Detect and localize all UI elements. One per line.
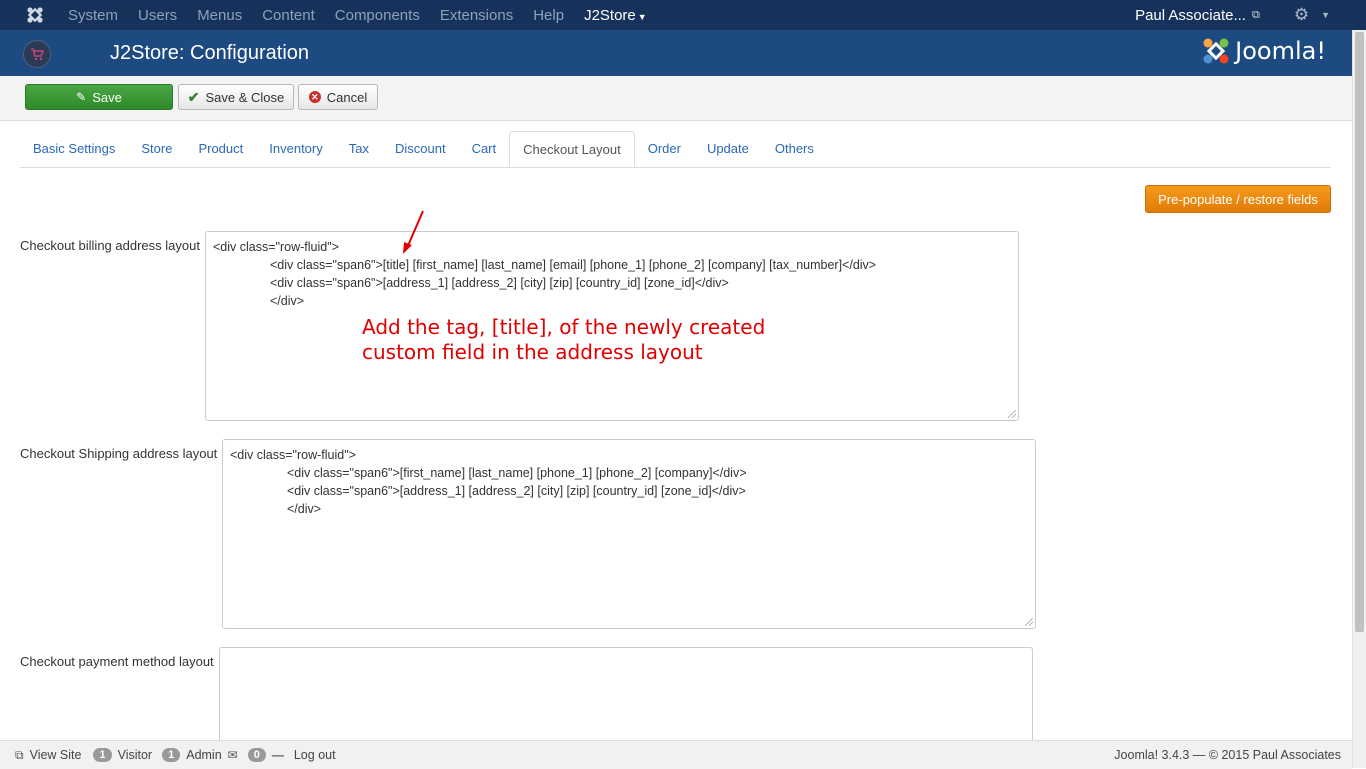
payment-layout-textarea[interactable] xyxy=(219,647,1033,747)
tab-basic-settings[interactable]: Basic Settings xyxy=(20,131,128,166)
shipping-layout-label: Checkout Shipping address layout xyxy=(20,446,218,461)
envelope-icon[interactable]: ✉ xyxy=(228,748,238,762)
prepopulate-button[interactable]: Pre-populate / restore fields xyxy=(1145,185,1331,213)
cancel-icon: ✕ xyxy=(308,91,321,103)
joomla-logo: Joomla! xyxy=(1201,36,1326,66)
code-line: <div class="span6">[address_1] [address_… xyxy=(270,276,729,290)
cart-icon xyxy=(23,40,51,68)
page-scrollbar[interactable] xyxy=(1352,30,1366,768)
joomla-wordmark: Joomla! xyxy=(1235,37,1326,65)
save-close-button[interactable]: ✔ Save & Close xyxy=(178,84,294,110)
tab-cart[interactable]: Cart xyxy=(459,131,510,166)
save-button[interactable]: ✎ Save xyxy=(25,84,173,110)
external-link-icon: ⧉ xyxy=(15,747,24,762)
tab-inventory[interactable]: Inventory xyxy=(256,131,335,166)
config-tabs: Basic Settings Store Product Inventory T… xyxy=(20,131,1331,168)
menu-menus[interactable]: Menus xyxy=(187,7,252,24)
menu-system[interactable]: System xyxy=(58,7,128,24)
scrollbar-thumb[interactable] xyxy=(1355,32,1364,632)
version-text: Joomla! 3.4.3 — © 2015 Paul Associates xyxy=(1114,748,1341,762)
caret-down-icon[interactable]: ▼ xyxy=(1321,10,1330,20)
page-title: J2Store: Configuration xyxy=(110,42,310,64)
joomla-icon[interactable] xyxy=(20,6,50,24)
menu-j2store-label: J2Store xyxy=(584,6,636,24)
annotation-arrow xyxy=(403,210,424,254)
cancel-button[interactable]: ✕ Cancel xyxy=(298,84,378,110)
top-navbar: System Users Menus Content Components Ex… xyxy=(0,0,1366,30)
tab-checkout-layout[interactable]: Checkout Layout xyxy=(509,131,635,167)
code-line: <div class="span6">[first_name] [last_na… xyxy=(287,466,747,480)
code-line: <div class="span6">[address_1] [address_… xyxy=(287,484,746,498)
menu-extensions[interactable]: Extensions xyxy=(430,7,523,24)
menu-j2store[interactable]: J2Store ▼ xyxy=(574,7,657,24)
tab-others[interactable]: Others xyxy=(762,131,827,166)
annotation-line-1: Add the tag, [title], of the newly creat… xyxy=(362,315,766,339)
external-link-icon: ⧉ xyxy=(1251,8,1260,21)
annotation-text: Add the tag, [title], of the newly creat… xyxy=(362,315,765,365)
view-site-link[interactable]: View Site xyxy=(30,748,82,762)
menu-users[interactable]: Users xyxy=(128,7,187,24)
gear-icon[interactable]: ⚙ xyxy=(1294,5,1309,25)
save-close-label: Save & Close xyxy=(205,89,285,105)
tab-product[interactable]: Product xyxy=(185,131,256,166)
toolbar: ✎ Save ✔ Save & Close ✕ Cancel xyxy=(0,76,1352,121)
page-header: J2Store: Configuration Joomla! xyxy=(0,30,1352,76)
tab-discount[interactable]: Discount xyxy=(382,131,459,166)
code-line: </div> xyxy=(287,502,322,516)
payment-layout-label: Checkout payment method layout xyxy=(20,654,214,669)
tab-update[interactable]: Update xyxy=(694,131,762,166)
tab-tax[interactable]: Tax xyxy=(336,131,382,166)
logout-link[interactable]: Log out xyxy=(294,748,336,762)
annotation-line-2: custom field in the address layout xyxy=(362,340,703,364)
tab-order[interactable]: Order xyxy=(635,131,694,166)
visitor-count-badge: 1 xyxy=(93,748,112,762)
menu-help[interactable]: Help xyxy=(523,7,574,24)
code-line: </div> xyxy=(270,294,305,308)
code-line: <div class="span6">[title] [first_name] … xyxy=(270,258,877,272)
visitor-label: Visitor xyxy=(117,748,153,762)
save-label: Save xyxy=(92,89,122,105)
joomla-logo-icon xyxy=(1203,38,1229,64)
edit-icon: ✎ xyxy=(76,90,87,104)
code-line: <div class="row-fluid"> xyxy=(213,240,339,254)
cancel-label: Cancel xyxy=(326,89,368,105)
status-bar: ⧉ View Site 1 Visitor 1 Admin ✉ 0 — Log … xyxy=(0,740,1352,769)
shipping-layout-textarea[interactable]: <div class="row-fluid"> <div class="span… xyxy=(222,439,1036,629)
billing-layout-label: Checkout billing address layout xyxy=(20,238,200,253)
admin-count-badge: 1 xyxy=(162,748,181,762)
user-menu[interactable]: Paul Associate... xyxy=(1135,7,1246,24)
check-icon: ✔ xyxy=(187,88,200,105)
code-line: <div class="row-fluid"> xyxy=(230,448,356,462)
admin-label: Admin xyxy=(186,748,222,762)
minus-icon: — xyxy=(271,748,284,762)
resize-handle[interactable] xyxy=(1008,410,1016,418)
resize-handle[interactable] xyxy=(1025,618,1033,626)
menu-content[interactable]: Content xyxy=(252,7,325,24)
menu-components[interactable]: Components xyxy=(325,7,430,24)
tab-store[interactable]: Store xyxy=(128,131,185,166)
caret-down-icon: ▼ xyxy=(637,11,647,22)
messages-count-badge: 0 xyxy=(247,748,266,762)
